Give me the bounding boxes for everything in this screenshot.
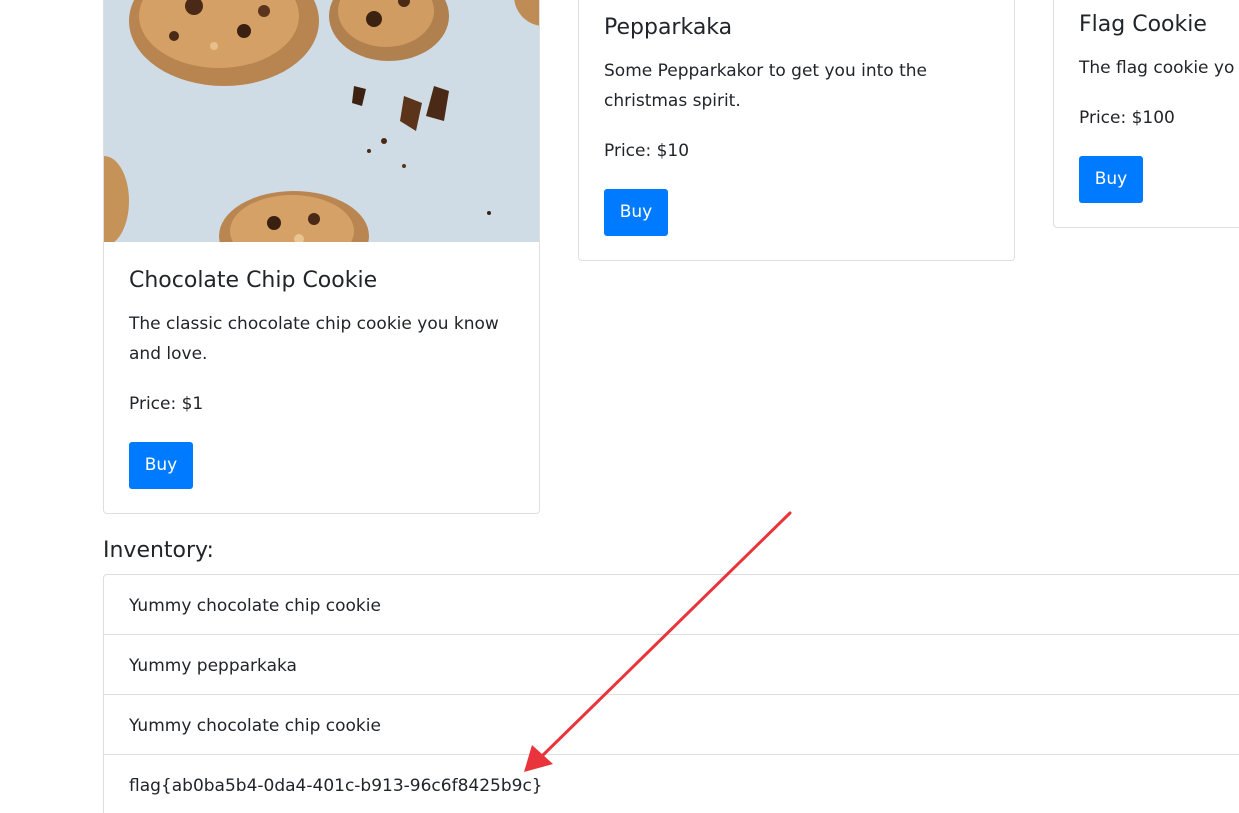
inventory-item: Yummy pepparkaka [104,635,1239,695]
product-price: Price: $1 [129,394,204,415]
buy-button-flag-cookie[interactable]: Buy [1079,156,1143,203]
product-card-pepparkaka: Pepparkaka Some Pepparkakor to get you i… [578,0,1015,261]
product-price: Price: $100 [1079,108,1175,129]
buy-button-chocolate-chip[interactable]: Buy [129,442,193,489]
product-card-chocolate-chip: Chocolate Chip Cookie The classic chocol… [103,0,540,514]
inventory-item: Yummy chocolate chip cookie [104,695,1239,755]
inventory-heading: Inventory: [103,538,214,563]
product-title: Flag Cookie [1079,12,1207,37]
product-description: The classic chocolate chip cookie you kn… [129,314,499,365]
card-body: Flag Cookie The flag cookie yo Price: $1… [1079,12,1239,130]
inventory-list: Yummy chocolate chip cookie Yummy peppar… [103,574,1239,813]
cookie-image [104,0,539,242]
card-body: Pepparkaka Some Pepparkakor to get you i… [604,15,994,163]
product-card-flag-cookie: Flag Cookie The flag cookie yo Price: $1… [1053,0,1239,228]
product-title: Chocolate Chip Cookie [129,268,378,293]
page: Chocolate Chip Cookie The classic chocol… [0,0,1239,813]
chocolate-chip-cookie-photo [104,0,539,242]
product-description: The flag cookie yo [1079,58,1235,79]
product-title: Pepparkaka [604,15,733,40]
product-price: Price: $10 [604,141,690,162]
inventory-item-flag: flag{ab0ba5b4-0da4-401c-b913-96c6f8425b9… [104,755,1239,813]
product-description: Some Pepparkakor to get you into the chr… [604,61,927,112]
card-body: Chocolate Chip Cookie The classic chocol… [129,268,519,416]
buy-button-pepparkaka[interactable]: Buy [604,189,668,236]
inventory-item: Yummy chocolate chip cookie [104,575,1239,635]
